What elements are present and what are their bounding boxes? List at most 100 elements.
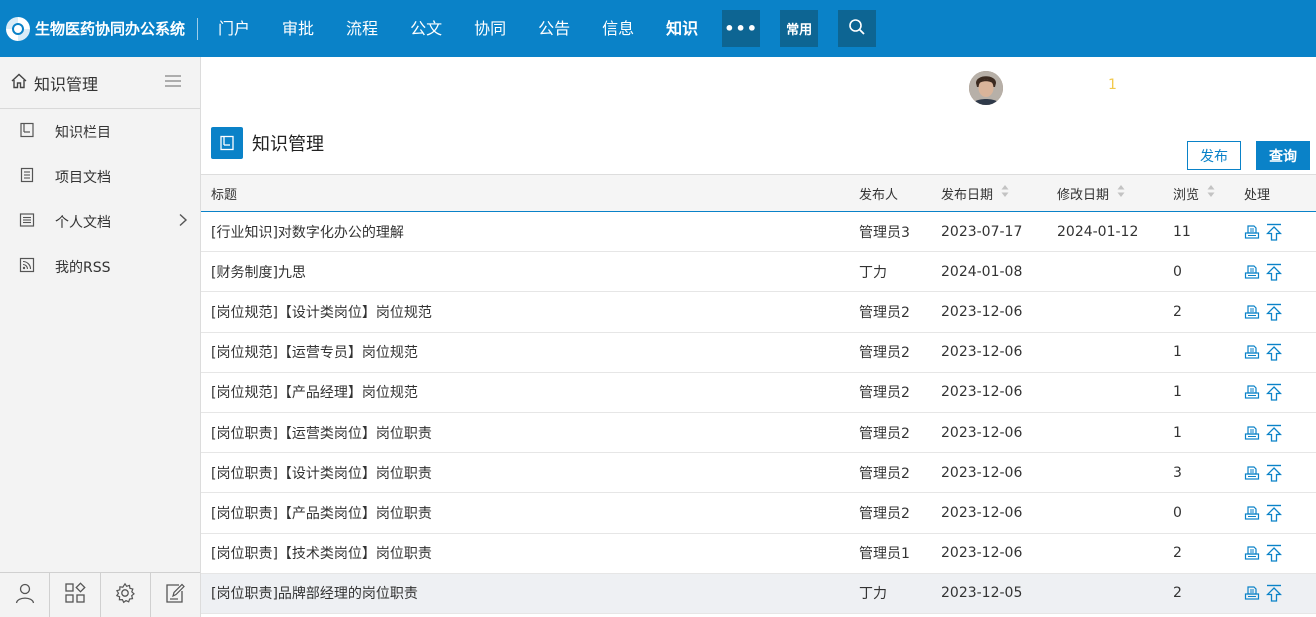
notification-count[interactable]: 1: [1108, 77, 1117, 93]
row-publisher: 管理员2: [859, 385, 910, 402]
row-title[interactable]: [岗位职责]【运营类岗位】岗位职责: [201, 423, 849, 443]
pin-top-icon[interactable]: [1266, 464, 1282, 482]
apps-grid-icon: [64, 582, 86, 608]
row-actions: [1234, 544, 1316, 562]
table-row[interactable]: [岗位规范]【产品经理】岗位规范 管理员2 2023-12-06 1: [201, 373, 1316, 413]
edit-note-button[interactable]: [151, 573, 200, 617]
nav-item-documents[interactable]: 公文: [394, 0, 458, 57]
pin-top-icon[interactable]: [1266, 424, 1282, 442]
table-row[interactable]: [行业知识]对数字化办公的理解 管理员3 2023-07-17 2024-01-…: [201, 212, 1316, 253]
row-publisher: 管理员1: [859, 546, 910, 563]
row-title[interactable]: [岗位职责]【设计类岗位】岗位职责: [201, 463, 849, 483]
row-title[interactable]: [岗位规范]【运营专员】岗位规范: [201, 342, 849, 362]
row-title[interactable]: [岗位规范]【设计类岗位】岗位规范: [201, 302, 849, 322]
table-row[interactable]: [岗位职责]【设计类岗位】岗位职责 管理员2 2023-12-06 3: [201, 453, 1316, 494]
nav-item-knowledge[interactable]: 知识: [650, 0, 714, 57]
knowledge-book-icon: [211, 127, 243, 159]
row-publisher: 管理员2: [859, 465, 910, 482]
print-icon[interactable]: [1244, 344, 1260, 360]
print-icon[interactable]: [1244, 505, 1260, 521]
row-title[interactable]: [岗位职责]品牌部经理的岗位职责: [201, 583, 849, 603]
row-actions: [1234, 263, 1316, 281]
table-row[interactable]: [岗位规范]【设计类岗位】岗位规范 管理员2 2023-12-06 2: [201, 292, 1316, 333]
sidebar-item-project-documents[interactable]: 项目文档: [0, 154, 200, 199]
pin-top-icon[interactable]: [1266, 223, 1282, 241]
sidebar-item-knowledge-columns[interactable]: 知识栏目: [0, 109, 200, 154]
row-title[interactable]: [行业知识]对数字化办公的理解: [201, 222, 849, 242]
nav-item-portal[interactable]: 门户: [202, 0, 266, 57]
apps-button[interactable]: [50, 573, 101, 617]
print-icon[interactable]: [1244, 384, 1260, 400]
row-title[interactable]: [岗位职责]【技术类岗位】岗位职责: [201, 543, 849, 563]
sidebar-item-label: 知识栏目: [55, 124, 111, 141]
common-menu-button[interactable]: 常用: [780, 10, 819, 47]
print-icon[interactable]: [1244, 465, 1260, 481]
print-icon[interactable]: [1244, 425, 1260, 441]
main-nav: 门户 审批 流程 公文 协同 公告 信息 知识: [202, 0, 714, 57]
sidebar-item-label: 个人文档: [55, 214, 111, 231]
print-icon[interactable]: [1244, 224, 1260, 240]
row-publish-date: 2023-12-06: [941, 424, 1023, 441]
pin-top-icon[interactable]: [1266, 303, 1282, 321]
column-header-actions: 处理: [1234, 184, 1316, 203]
row-publish-date: 2023-12-06: [941, 384, 1023, 401]
home-icon[interactable]: [10, 72, 28, 94]
pin-top-icon[interactable]: [1266, 504, 1282, 522]
row-views: 2: [1173, 585, 1182, 602]
menu-toggle-icon[interactable]: [164, 74, 182, 92]
table-row[interactable]: [岗位职责]【产品类岗位】岗位职责 管理员2 2023-12-06 0: [201, 493, 1316, 534]
row-publish-date: 2023-12-06: [941, 303, 1023, 320]
app-title: 生物医药协同办公系统: [35, 20, 186, 38]
pin-top-icon[interactable]: [1266, 383, 1282, 401]
sidebar-footer: [0, 572, 200, 617]
column-header-label: 发布人: [859, 187, 899, 203]
sidebar-item-my-rss[interactable]: 我的RSS: [0, 244, 200, 289]
user-profile-button[interactable]: [0, 573, 51, 617]
app-logo-icon: [4, 15, 32, 43]
sort-icon[interactable]: [1207, 184, 1215, 202]
print-icon[interactable]: [1244, 304, 1260, 320]
column-header-title: 标题: [201, 184, 849, 203]
print-icon[interactable]: [1244, 264, 1260, 280]
more-menu-button[interactable]: •••: [722, 10, 761, 47]
nav-item-announcements[interactable]: 公告: [522, 0, 586, 57]
column-header-views[interactable]: 浏览: [1163, 184, 1234, 203]
settings-button[interactable]: [101, 573, 151, 617]
nav-item-workflow[interactable]: 流程: [330, 0, 394, 57]
column-header-publish-date[interactable]: 发布日期: [931, 184, 1047, 203]
nav-item-information[interactable]: 信息: [586, 0, 650, 57]
nav-item-collaboration[interactable]: 协同: [458, 0, 522, 57]
pin-top-icon[interactable]: [1266, 584, 1282, 602]
pin-top-icon[interactable]: [1266, 544, 1282, 562]
table-row[interactable]: [岗位规范]【运营专员】岗位规范 管理员2 2023-12-06 1: [201, 333, 1316, 373]
sidebar-item-personal-documents[interactable]: 个人文档: [0, 199, 200, 244]
row-publish-date: 2023-07-17: [941, 223, 1023, 240]
column-header-modify-date[interactable]: 修改日期: [1047, 184, 1163, 203]
row-actions: [1234, 424, 1316, 442]
print-icon[interactable]: [1244, 545, 1260, 561]
row-actions: [1234, 223, 1316, 241]
pin-top-icon[interactable]: [1266, 263, 1282, 281]
avatar[interactable]: [969, 71, 1003, 105]
row-publish-date: 2023-12-06: [941, 545, 1023, 562]
row-publish-date: 2023-12-06: [941, 464, 1023, 481]
brand[interactable]: 生物医药协同办公系统: [0, 0, 185, 57]
table-row[interactable]: [财务制度]九思 丁力 2024-01-08 0: [201, 252, 1316, 293]
row-views: 11: [1173, 223, 1191, 240]
search-button[interactable]: [838, 10, 877, 47]
sort-icon[interactable]: [1001, 184, 1009, 202]
table-row[interactable]: [岗位职责]【技术类岗位】岗位职责 管理员1 2023-12-06 2: [201, 534, 1316, 574]
nav-item-approval[interactable]: 审批: [266, 0, 330, 57]
print-icon[interactable]: [1244, 585, 1260, 601]
table-row[interactable]: [岗位职责]品牌部经理的岗位职责 丁力 2023-12-05 2: [201, 573, 1316, 614]
row-title[interactable]: [岗位职责]【产品类岗位】岗位职责: [201, 503, 849, 523]
table-row[interactable]: [岗位职责]【运营类岗位】岗位职责 管理员2 2023-12-06 1: [201, 413, 1316, 454]
column-icon: [19, 122, 35, 142]
pin-top-icon[interactable]: [1266, 343, 1282, 361]
row-title[interactable]: [财务制度]九思: [201, 262, 849, 282]
publish-button[interactable]: 发布: [1187, 141, 1241, 170]
row-title[interactable]: [岗位规范]【产品经理】岗位规范: [201, 382, 849, 402]
page-header: 知识管理: [211, 127, 324, 159]
query-button[interactable]: 查询: [1256, 141, 1310, 170]
sort-icon[interactable]: [1117, 184, 1125, 202]
